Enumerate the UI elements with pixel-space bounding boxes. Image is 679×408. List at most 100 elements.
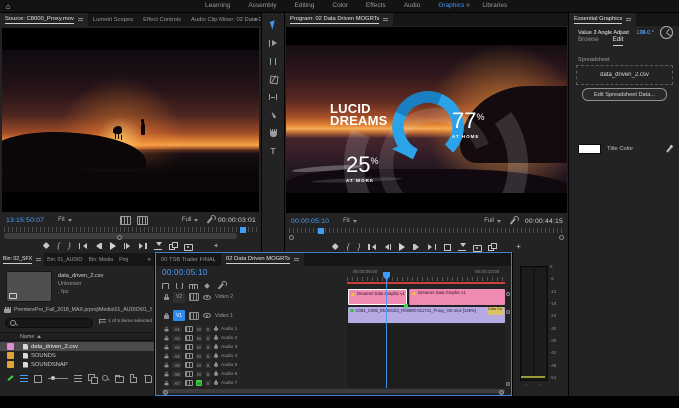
drag-video-only-icon[interactable] — [120, 216, 131, 225]
track-resize-handle[interactable] — [506, 310, 510, 314]
play-button[interactable] — [109, 242, 117, 250]
panel-tab[interactable]: Audio Clip Mixer: 02 Data Driven MOGRTs — [186, 13, 261, 26]
step-forward-button[interactable] — [124, 242, 132, 250]
extract-button[interactable] — [458, 243, 466, 251]
voiceover-mic-icon[interactable] — [214, 344, 218, 350]
track-patch-icon[interactable] — [185, 362, 193, 369]
workspace-tab[interactable]: Learning — [196, 0, 239, 12]
voiceover-mic-icon[interactable] — [214, 326, 218, 332]
bin-tab[interactable]: Bin: 01_AUDIO — [44, 253, 85, 266]
workspace-overflow-icon[interactable]: » — [466, 0, 470, 12]
track-lock-icon[interactable] — [164, 294, 169, 300]
project-search-box[interactable] — [5, 318, 93, 328]
mute-button[interactable]: M — [196, 344, 202, 350]
source-zoom-select[interactable]: Fit — [58, 217, 72, 223]
workspace-tab[interactable]: Assembly — [239, 0, 285, 12]
new-bin-icon[interactable] — [115, 374, 123, 382]
source-patch-toggle[interactable]: A7 — [172, 380, 182, 387]
timeline-timecode[interactable]: 00:00:05:10 — [162, 268, 208, 277]
track-lock-icon[interactable] — [164, 313, 169, 319]
settings-wrench-icon[interactable] — [509, 217, 517, 225]
track-patch-icon[interactable] — [185, 335, 193, 342]
go-to-in-button[interactable] — [79, 242, 87, 250]
hand-tool-icon[interactable] — [269, 129, 278, 138]
drag-audio-only-icon[interactable] — [137, 216, 148, 225]
source-patch-toggle[interactable]: A3 — [172, 344, 182, 351]
workspace-tab[interactable]: Effects — [357, 0, 395, 12]
tab-overflow-icon[interactable]: » — [251, 13, 261, 26]
step-back-button[interactable] — [383, 243, 391, 251]
solo-button[interactable]: S — [205, 380, 211, 386]
play-button[interactable] — [398, 243, 406, 251]
tab-overflow-icon[interactable]: » — [144, 253, 154, 266]
source-mini-timeline[interactable] — [4, 227, 257, 232]
sequence-tab[interactable]: 02 Data Driven MOGRTs — [221, 253, 304, 266]
solo-button[interactable]: S — [205, 371, 211, 377]
time-ruler[interactable]: 00:00:05:0000:00:10:00 — [347, 266, 505, 282]
track-patch-icon[interactable] — [185, 344, 193, 351]
panel-tab[interactable]: Source: C8000_Proxy.mov — [0, 13, 88, 26]
source-patch-toggle[interactable]: A6 — [172, 371, 182, 378]
project-item-row[interactable]: › SOUNDSNAP — [0, 360, 154, 369]
toggle-track-visibility-icon[interactable] — [203, 295, 211, 300]
button-editor-plus[interactable]: + — [213, 242, 220, 250]
mark-out-button[interactable]: } — [357, 243, 361, 251]
bin-tab[interactable]: Proj — [116, 253, 131, 266]
clear-icon[interactable] — [143, 374, 151, 382]
mute-button[interactable]: M — [196, 362, 202, 368]
video-clip[interactable]: C084_C005_05180124_R08000-021741_Proxy_H… — [348, 307, 505, 323]
data-clip-partial[interactable]: Data Da — [487, 307, 504, 315]
mogrt-clip[interactable]: Dreamer Data Graphic v1 — [409, 289, 505, 305]
button-editor-plus[interactable]: + — [515, 243, 522, 251]
solo-button[interactable]: S — [205, 326, 211, 332]
track-patch-icon[interactable] — [185, 371, 193, 378]
step-forward-button[interactable] — [413, 243, 421, 251]
edit-spreadsheet-data-button[interactable]: Edit Spreadsheet Data... — [582, 88, 667, 101]
mark-out-button[interactable]: } — [68, 242, 72, 250]
ripple-edit-tool-icon[interactable] — [269, 57, 278, 66]
zoom-slider[interactable] — [48, 374, 68, 382]
track-lock-icon[interactable] — [165, 372, 169, 377]
workspace-tab[interactable]: Libraries — [473, 0, 516, 12]
track-output-icon[interactable] — [189, 312, 199, 320]
automate-to-sequence-icon[interactable] — [88, 374, 96, 382]
program-tab[interactable]: Program: 02 Data Driven MOGRTs — [285, 13, 393, 26]
program-mini-timeline[interactable] — [289, 228, 564, 233]
solo-button[interactable]: S — [205, 344, 211, 350]
track-output-icon[interactable] — [189, 293, 199, 301]
source-patch-toggle[interactable]: A4 — [172, 353, 182, 360]
program-video-frame[interactable]: LUCID DREAMS 77% AT HOME 25% AT WORK — [286, 27, 567, 213]
mute-button[interactable]: M — [196, 335, 202, 341]
video-track-header[interactable]: V1 Video 1 — [156, 308, 347, 324]
source-patch-toggle[interactable]: A5 — [172, 362, 182, 369]
sequence-tab[interactable]: 00 TSB Trailer FINAL — [156, 253, 221, 266]
icon-view-icon[interactable] — [34, 374, 42, 382]
mute-button[interactable]: M — [196, 380, 202, 386]
audio-track-header[interactable]: A4 M S Audio 4 — [156, 352, 347, 360]
list-view-icon[interactable] — [20, 375, 28, 382]
find-icon[interactable] — [102, 375, 109, 382]
scrollbar-end-handle[interactable] — [289, 235, 294, 240]
spreadsheet-file-box[interactable]: data_driven_2.csv — [576, 65, 673, 85]
source-patch-toggle[interactable]: A1 — [172, 326, 182, 333]
track-patch-icon[interactable] — [185, 326, 193, 333]
program-scrubber[interactable] — [289, 228, 564, 240]
source-playhead[interactable] — [240, 227, 246, 233]
insert-button[interactable] — [154, 242, 162, 250]
toggle-track-visibility-icon[interactable] — [203, 313, 211, 318]
settings-wrench-icon[interactable] — [206, 216, 214, 224]
program-playhead[interactable] — [318, 228, 324, 234]
program-timecode[interactable]: 00:00:05:10 — [291, 218, 329, 225]
video-track-header[interactable]: V2 Video 2 — [156, 289, 347, 305]
timeline-playhead-line[interactable] — [386, 279, 387, 388]
go-to-out-button[interactable] — [139, 242, 147, 250]
home-button[interactable]: ⌂ — [0, 0, 16, 12]
project-writable-icon[interactable] — [6, 374, 14, 382]
voiceover-mic-icon[interactable] — [214, 353, 218, 359]
track-patch-icon[interactable] — [185, 353, 193, 360]
track-lock-icon[interactable] — [165, 381, 169, 386]
timeline-horizontal-scrollbar[interactable] — [162, 389, 505, 393]
track-select-forward-tool-icon[interactable] — [269, 39, 278, 48]
track-lock-icon[interactable] — [165, 345, 169, 350]
slip-tool-icon[interactable] — [269, 93, 278, 102]
